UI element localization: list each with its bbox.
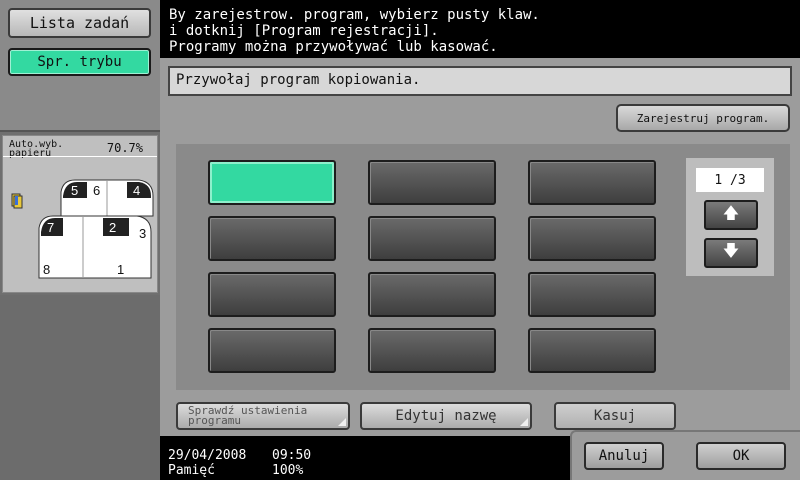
page-indicator: 1 /3 [696,168,764,192]
program-slot[interactable] [208,160,336,205]
zoom-ratio: 70.7% [106,141,143,155]
left-bottom-area [0,295,160,480]
arrow-down-icon: 🡇 [722,240,740,260]
arrow-up-icon: 🡅 [722,202,740,222]
program-slot[interactable] [528,216,656,261]
paper-preview-panel: Auto.wyb. papieru 70.7% 5 6 4 7 2 3 8 1 [2,135,158,293]
page-up-button[interactable]: 🡅 [704,200,758,230]
cancel-button[interactable]: Anuluj [584,442,664,470]
register-program-button[interactable]: Zarejestruj program. [616,104,790,132]
page-down-button[interactable]: 🡇 [704,238,758,268]
message-line: i dotknij [Program rejestracji]. [169,23,439,39]
stack-icon [11,193,23,209]
program-slot[interactable] [208,216,336,261]
status-time: 09:50 [272,448,312,463]
page-number: 6 [93,183,100,198]
action-panel: Anuluj OK [570,430,800,480]
program-slot[interactable] [528,160,656,205]
divider [3,156,157,157]
status-memory: Pamięć 100% [168,463,580,478]
ok-button[interactable]: OK [696,442,786,470]
program-slot[interactable] [368,272,496,317]
program-slot[interactable] [368,160,496,205]
page-number: 5 [71,183,78,198]
status-datetime: 29/04/2008 09:50 [168,448,580,463]
instruction-message: By zarejestrow. program, wybierz pusty k… [160,0,800,58]
left-panel: Lista zadań Spr. trybu Auto.wyb. papieru… [0,0,160,480]
page-title: Przywołaj program kopiowania. [168,66,792,96]
program-grid-area: 1 /3 🡅 🡇 [176,144,790,390]
check-program-settings-button[interactable]: Sprawdź ustawienia programu [176,402,350,430]
corner-indicator-icon [338,418,346,426]
status-date: 29/04/2008 [168,448,247,463]
edit-name-button[interactable]: Edytuj nazwę [360,402,532,430]
pager: 1 /3 🡅 🡇 [686,158,774,276]
page-number: 2 [109,220,116,235]
left-top-area: Lista zadań Spr. trybu [0,0,160,132]
page-number: 7 [47,220,54,235]
main-panel: Przywołaj program kopiowania. Zarejestru… [160,58,800,436]
memory-label: Pamięć [168,463,215,478]
page-number: 4 [133,183,140,198]
message-line: By zarejestrow. program, wybierz pusty k… [169,7,540,23]
page-layout-icon: 5 6 4 7 2 3 8 1 [11,179,154,279]
copier-screen: Lista zadań Spr. trybu Auto.wyb. papieru… [0,0,800,480]
program-slot[interactable] [208,272,336,317]
program-slot[interactable] [528,272,656,317]
check-mode-button[interactable]: Spr. trybu [8,48,151,76]
message-line: Programy można przywoływać lub kasować. [169,39,498,55]
status-bar: 29/04/2008 09:50 Pamięć 100% [160,436,580,480]
memory-value: 100% [272,463,304,478]
page-number: 3 [139,226,146,241]
program-slot[interactable] [208,328,336,373]
corner-indicator-icon [520,418,528,426]
program-slot[interactable] [528,328,656,373]
page-number: 8 [43,262,50,277]
page-number: 1 [117,262,124,277]
job-list-button[interactable]: Lista zadań [8,8,151,38]
program-slot[interactable] [368,328,496,373]
delete-button[interactable]: Kasuj [554,402,676,430]
edit-name-label: Edytuj nazwę [395,408,497,424]
program-slot[interactable] [368,216,496,261]
check-settings-line2: programu [188,414,241,427]
